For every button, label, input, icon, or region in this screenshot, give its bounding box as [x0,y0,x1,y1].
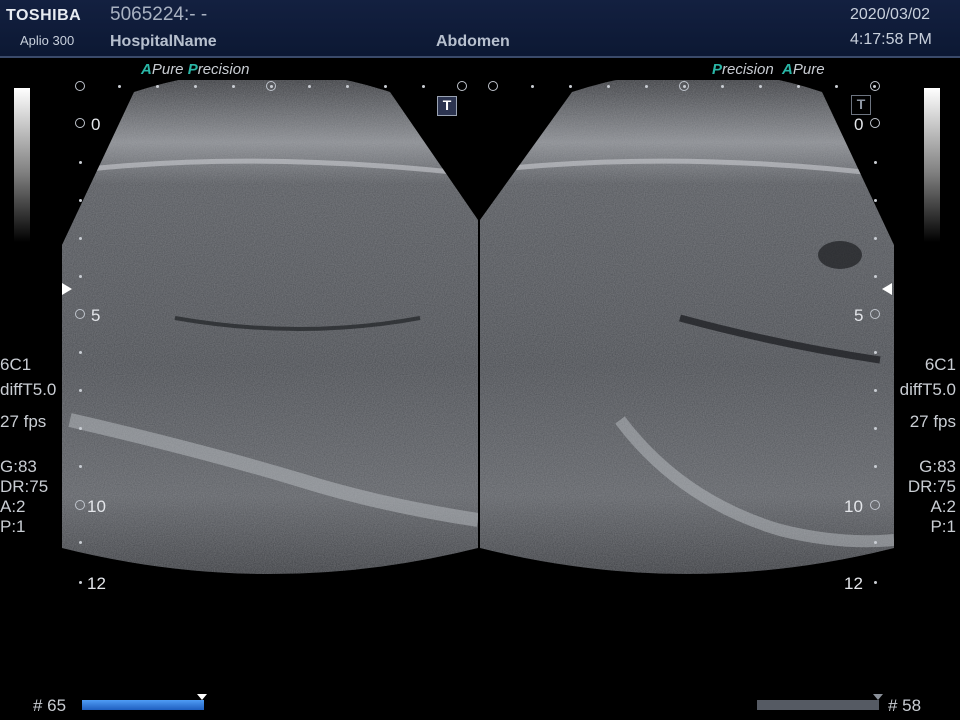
left-depth-dot [79,237,82,240]
top-scale-circle-marker [488,81,498,91]
right-depth-dot [874,237,877,240]
left-sector-image[interactable] [60,80,482,600]
right-depth-dot [874,541,877,544]
left-probe-label: 6C1 [0,355,32,374]
left-depth-circle-marker [75,500,85,510]
top-scale-dot [835,85,838,88]
right-cine-progress-fill [757,700,879,710]
right-gain-label: G:83 [919,457,956,476]
left-fps-label: 27 fps [0,412,47,431]
top-scale-circle-marker [75,81,85,91]
right-sector-image[interactable] [478,80,898,600]
right-depth-circle-marker [870,309,880,319]
left-depth-circle-marker [75,118,85,128]
left-dr-label: DR:75 [0,477,49,496]
right-depth-dot [874,427,877,430]
top-scale-dot [118,85,121,88]
top-scale-dot [683,85,686,88]
right-depth-dot [874,275,877,278]
right-fps-label: 27 fps [909,412,956,431]
right-probe-label: 6C1 [924,355,956,374]
right-depth-dot [874,465,877,468]
left-frame-counter: # 65 [33,696,67,715]
right-precision-apure-tag: Precision APure [712,61,825,78]
left-depth-label-0: 0 [91,115,101,134]
left-depth-label-10: 10 [87,497,106,516]
left-t-button[interactable]: T [437,96,457,116]
right-depth-label-0: 0 [854,115,864,134]
left-mode-label: diffT5.0 [0,380,57,399]
right-depth-dot [874,351,877,354]
left-cine-progress-track[interactable] [82,700,204,710]
right-gray-scale-bar [924,88,940,242]
right-depth-dot [874,199,877,202]
right-depth-label-5: 5 [854,306,864,325]
top-scale-dot [270,85,273,88]
left-depth-dot [79,351,82,354]
left-depth-dot [79,541,82,544]
top-scale-dot [607,85,610,88]
left-apure-precision-tag: APure Precision [141,61,250,78]
left-depth-dot [79,465,82,468]
right-dr-label: DR:75 [907,477,956,496]
left-depth-label-5: 5 [91,306,101,325]
left-depth-dot [79,199,82,202]
right-depth-label-10: 10 [844,497,863,516]
top-scale-dot [422,85,425,88]
top-scale-circle-marker [457,81,467,91]
left-depth-dot [79,161,82,164]
top-scale-dot [645,85,648,88]
top-scale-dot [759,85,762,88]
left-gain-label: G:83 [0,457,37,476]
right-cine-progress-track[interactable] [757,700,879,710]
right-depth-circle-marker [870,500,880,510]
left-a-label: A:2 [0,497,26,516]
top-scale-dot [156,85,159,88]
left-cine-position-icon[interactable] [197,694,207,700]
top-scale-dot [194,85,197,88]
right-depth-dot [874,389,877,392]
right-frame-counter: # 58 [888,696,922,715]
left-depth-dot [79,581,82,584]
top-scale-dot [384,85,387,88]
top-scale-dot [531,85,534,88]
top-scale-dot [569,85,572,88]
right-mode-label: diffT5.0 [899,380,956,399]
ultrasound-images [60,80,898,600]
right-focus-marker-icon[interactable] [882,283,892,295]
top-scale-dot [346,85,349,88]
top-scale-dot [873,85,876,88]
left-gray-scale-bar [14,88,30,242]
left-depth-label-12: 12 [87,574,106,593]
left-depth-dot [79,275,82,278]
right-a-label: A:2 [930,497,956,516]
top-scale-dot [308,85,311,88]
left-cine-progress-fill [82,700,204,710]
left-depth-circle-marker [75,309,85,319]
right-depth-dot [874,581,877,584]
right-t-button[interactable]: T [851,95,871,115]
right-cine-position-icon[interactable] [873,694,883,700]
left-p-label: P:1 [0,517,26,536]
top-scale-dot [232,85,235,88]
top-scale-dot [721,85,724,88]
right-depth-label-12: 12 [844,574,863,593]
right-p-label: P:1 [930,517,956,536]
left-depth-dot [79,427,82,430]
right-depth-circle-marker [870,118,880,128]
right-depth-dot [874,161,877,164]
left-depth-dot [79,389,82,392]
top-scale-dot [797,85,800,88]
left-focus-marker-icon[interactable] [62,283,72,295]
